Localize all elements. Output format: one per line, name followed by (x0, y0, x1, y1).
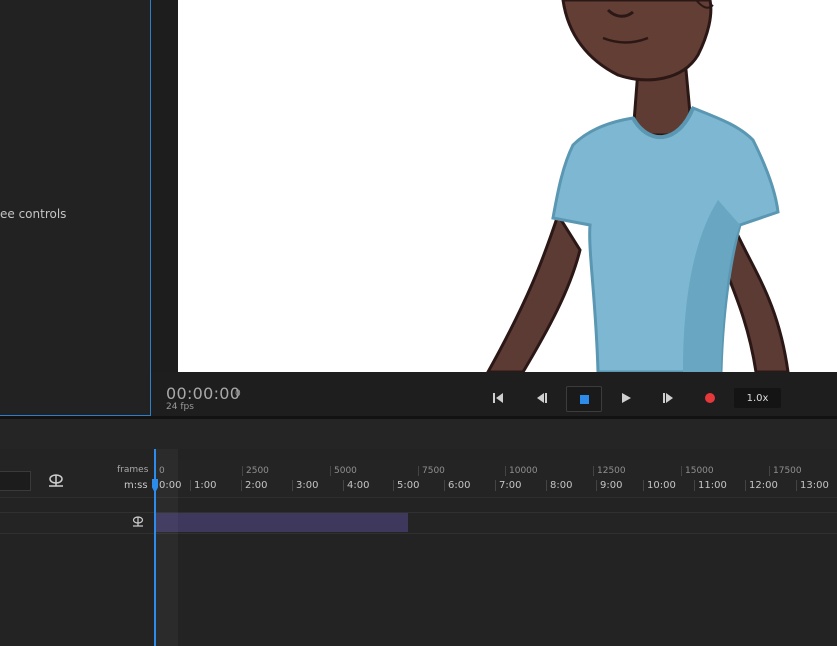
frame-tick: 2500 (242, 466, 269, 476)
scene-stage[interactable] (178, 0, 837, 372)
time-tick: 6:00 (444, 480, 470, 491)
playback-speed-button[interactable]: 1.0x (734, 388, 781, 408)
frame-tick: 7500 (418, 466, 445, 476)
skip-start-icon (493, 393, 503, 403)
time-tick: 12:00 (745, 480, 778, 491)
puppet-icon[interactable] (47, 473, 65, 487)
frame-tick: 12500 (593, 466, 626, 476)
track-row[interactable] (0, 512, 837, 534)
frame-tick: 5000 (330, 466, 357, 476)
time-tick: 11:00 (694, 480, 727, 491)
stop-icon (579, 394, 589, 404)
left-panel: ee controls (0, 0, 151, 416)
frame-tick: 15000 (681, 466, 714, 476)
frames-label: frames (117, 465, 149, 475)
time-tick: 4:00 (343, 480, 369, 491)
record-button[interactable] (699, 387, 721, 409)
play-button[interactable] (615, 387, 637, 409)
time-tick: 13:00 (796, 480, 829, 491)
track-filter-input[interactable] (0, 471, 31, 491)
scene-gutter (151, 0, 178, 372)
playhead[interactable] (154, 449, 156, 646)
play-icon (622, 393, 631, 403)
time-tick: 8:00 (546, 480, 572, 491)
stop-button[interactable] (566, 386, 602, 412)
playhead-shade (155, 449, 178, 646)
frame-tick: 10000 (505, 466, 538, 476)
time-tick: 3:00 (292, 480, 318, 491)
step-back-button[interactable] (531, 387, 553, 409)
frame-tick: 17500 (769, 466, 802, 476)
timecode: 00:00:00 (166, 384, 241, 403)
go-to-start-button[interactable] (487, 387, 509, 409)
step-forward-button[interactable] (657, 387, 679, 409)
time-tick: 7:00 (495, 480, 521, 491)
time-tick: 10:00 (643, 480, 676, 491)
time-tick: 9:00 (596, 480, 622, 491)
character-puppet (486, 0, 790, 372)
frame-number: 0 (235, 389, 241, 399)
time-tick: 2:00 (241, 480, 267, 491)
step-back-icon (537, 393, 547, 403)
puppet-icon (132, 516, 144, 527)
time-tick: 5:00 (393, 480, 419, 491)
fps-label: 24 fps (166, 402, 194, 412)
track-clip[interactable] (155, 513, 408, 532)
time-label: m:ss (124, 480, 148, 491)
record-icon (705, 393, 715, 403)
controls-label: ee controls (0, 207, 67, 221)
transport-bar: 00:00:00 0 24 fps 1.0x (151, 372, 837, 416)
timeline-header (0, 419, 837, 449)
step-forward-icon (663, 393, 673, 403)
time-tick: 1:00 (190, 480, 216, 491)
